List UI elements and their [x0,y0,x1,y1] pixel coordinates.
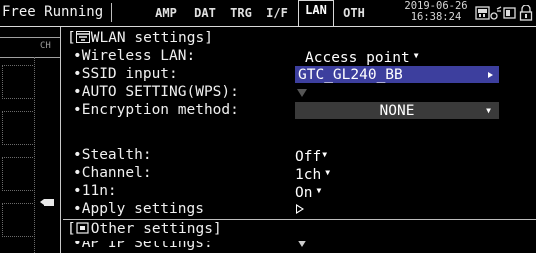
stealth-value: Off [295,149,322,165]
channel-marker-icon [40,199,54,206]
arrow-right-icon [488,72,493,78]
bracket: [ [67,30,76,46]
wps-row[interactable]: •AUTO SETTING(WPS): [63,83,536,101]
apply-settings-label: •Apply settings [73,201,204,217]
wlan-icon [75,31,90,43]
tab-trg[interactable]: TRG [224,4,258,22]
encryption-row[interactable]: •Encryption method: NONE ▼ [63,101,536,119]
divider [60,27,61,253]
status-bar: Free Running AMP DAT TRG I/F LAN OTH 201… [0,0,536,27]
channel-slot [2,157,33,191]
channel-label: •Channel: [73,165,152,181]
wireless-lan-value-text: Access point [305,50,410,66]
tab-dat[interactable]: DAT [188,4,222,22]
wireless-lan-row[interactable]: •Wireless LAN: Access point ▼ [63,47,536,67]
encryption-value: NONE [379,103,415,119]
divider [111,3,112,22]
settings-box-icon [76,222,89,234]
ch-label: CH [40,41,51,51]
channel-slot [2,65,33,99]
channel-column: CH [0,27,60,253]
channel-slot [2,203,33,237]
ap-ip-settings-row[interactable]: •AP IP Settings: [63,241,536,253]
wps-disabled-arrow-icon [297,89,307,97]
dropdown-caret-icon: ▼ [325,168,331,177]
channel-select[interactable]: 1ch ▼ [295,164,330,184]
dropdown-caret-icon: ▼ [316,186,322,195]
settings-panel: [ WLAN settings] •Wireless LAN: Access po… [63,27,536,253]
dropdown-caret-icon: ▼ [486,106,491,115]
datetime: 2019-06-26 16:38:24 [403,1,469,23]
other-settings-header: [ Other settings] [63,220,536,238]
dropdown-caret-icon: ▼ [413,51,419,60]
encryption-label: •Encryption method: [73,102,239,118]
wlan-settings-title: WLAN settings] [90,30,213,46]
channel-value: 1ch [295,167,322,183]
tab-oth[interactable]: OTH [336,4,372,22]
ap-ip-arrow-icon [297,241,307,247]
ssid-input-field[interactable]: GTC_GL240_BB [295,66,499,83]
ap-ip-settings-label: •AP IP Settings: [73,241,213,251]
wps-label: •AUTO SETTING(WPS): [73,84,239,100]
stealth-row[interactable]: •Stealth: Off▼ [63,146,536,166]
lock-icon [519,5,533,21]
time-text: 16:38:24 [410,11,462,23]
11n-select[interactable]: On ▼ [295,182,321,202]
11n-row[interactable]: •11n: On ▼ [63,182,536,202]
divider [0,37,60,38]
divider [0,57,60,58]
divider [34,57,35,253]
channel-row[interactable]: •Channel: 1ch ▼ [63,164,536,184]
ssid-input-label: •SSID input: [73,66,178,82]
dropdown-caret-icon: ▼ [322,150,328,159]
memory-card-icon [475,6,490,20]
wireless-lan-label: •Wireless LAN: [73,48,196,64]
channel-slot [2,111,33,145]
run-mode-label: Free Running [2,4,104,20]
other-settings-title: Other settings] [90,221,222,237]
tab-if[interactable]: I/F [260,4,294,22]
wlan-settings-header: [ WLAN settings] [63,29,536,47]
bracket: [ [67,221,76,237]
tab-amp[interactable]: AMP [148,4,184,22]
tab-lan[interactable]: LAN [298,0,334,26]
stealth-select[interactable]: Off▼ [295,146,327,166]
ssid-input-row[interactable]: •SSID input: GTC_GL240_BB [63,65,536,83]
encryption-select[interactable]: NONE ▼ [295,102,499,119]
screen-icon [503,7,516,19]
apply-arrow-inner [297,206,302,212]
lan-settings-screen: Free Running AMP DAT TRG I/F LAN OTH 201… [0,0,536,253]
ssid-input-value: GTC_GL240_BB [298,67,403,83]
stealth-label: •Stealth: [73,147,152,163]
11n-value: On [295,185,313,201]
wireless-lan-value[interactable]: Access point ▼ [305,47,419,67]
apply-settings-row[interactable]: •Apply settings [63,200,536,218]
11n-label: •11n: [73,183,117,199]
antenna-icon [490,6,502,20]
